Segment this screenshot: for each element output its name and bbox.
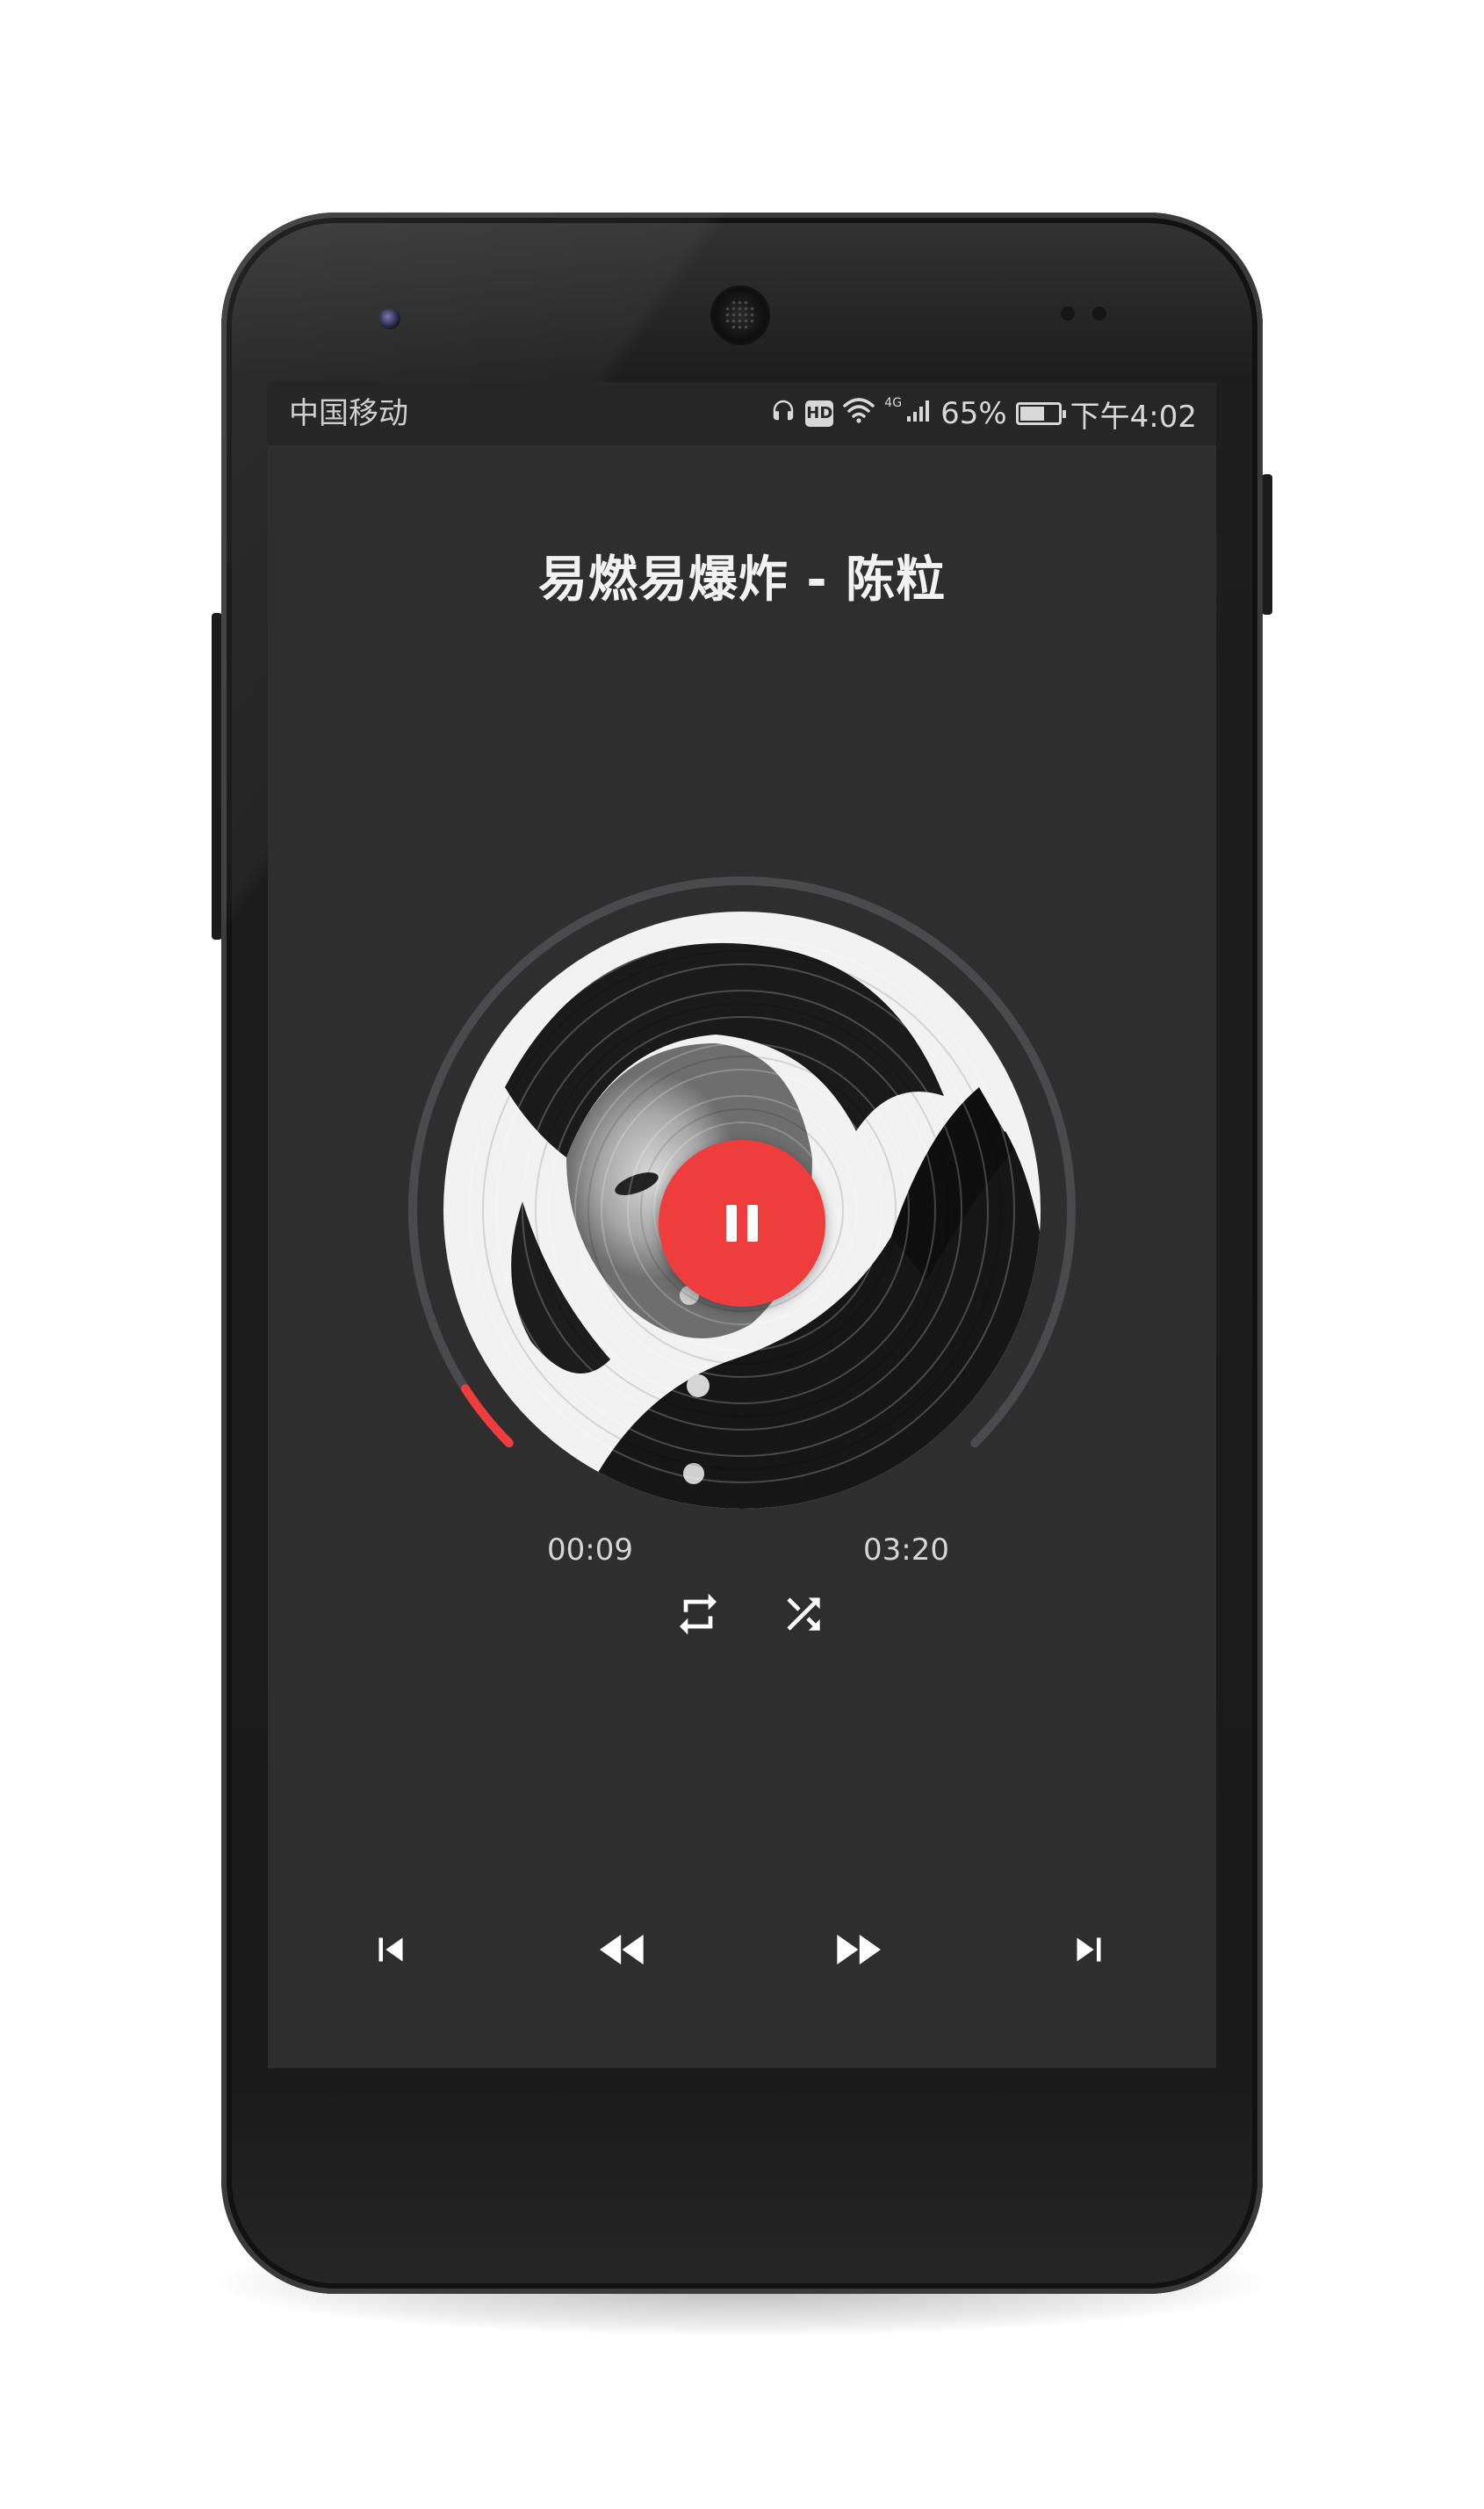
device-mockup: 中国移动 HD 4G 65% 下午4:02 易燃易爆炸 - 陈粒 00:09 0… xyxy=(0,0,1484,2509)
repeat-button[interactable] xyxy=(667,1583,729,1645)
light-sensor xyxy=(1092,306,1106,321)
skip-previous-icon xyxy=(378,1937,403,1962)
play-pause-button[interactable] xyxy=(659,1140,825,1307)
shuffle-icon xyxy=(787,1597,820,1631)
signal-type-label: 4G xyxy=(884,396,903,410)
signal-icon xyxy=(905,396,932,431)
screen: 中国移动 HD 4G 65% 下午4:02 易燃易爆炸 - 陈粒 00:09 0… xyxy=(268,382,1216,2068)
earpiece-speaker xyxy=(713,288,767,342)
progress-fill[interactable] xyxy=(460,1384,514,1448)
hd-icon: HD xyxy=(805,400,834,427)
rewind-button[interactable] xyxy=(584,1910,663,1989)
front-camera xyxy=(379,308,400,329)
previous-button[interactable] xyxy=(351,1910,430,1989)
next-button[interactable] xyxy=(1049,1910,1128,1989)
fast-forward-button[interactable] xyxy=(818,1910,897,1989)
proximity-sensor xyxy=(1061,306,1075,321)
battery-icon xyxy=(1015,402,1066,425)
battery-percent: 65% xyxy=(940,396,1007,431)
song-title: 易燃易爆炸 - 陈粒 xyxy=(537,552,947,609)
power-button xyxy=(1262,474,1272,615)
skip-next-icon xyxy=(1077,1937,1101,1962)
rewind-icon xyxy=(600,1935,644,1965)
total-time: 03:20 xyxy=(863,1532,949,1568)
status-icons: HD 4G 65% 下午4:02 xyxy=(770,393,1197,435)
headphones-icon xyxy=(770,396,796,431)
pause-icon xyxy=(726,1205,758,1242)
battery-fill xyxy=(1019,407,1044,421)
clock: 下午4:02 xyxy=(1070,399,1197,435)
elapsed-time: 00:09 xyxy=(547,1532,633,1568)
status-bar: 中国移动 HD 4G 65% 下午4:02 xyxy=(268,382,1216,445)
shuffle-button[interactable] xyxy=(773,1583,834,1645)
wifi-icon xyxy=(842,396,875,431)
fast-forward-icon xyxy=(837,1935,881,1965)
repeat-icon xyxy=(680,1593,717,1635)
playback-controls xyxy=(268,1910,1216,1989)
carrier-label: 中国移动 xyxy=(289,396,408,431)
